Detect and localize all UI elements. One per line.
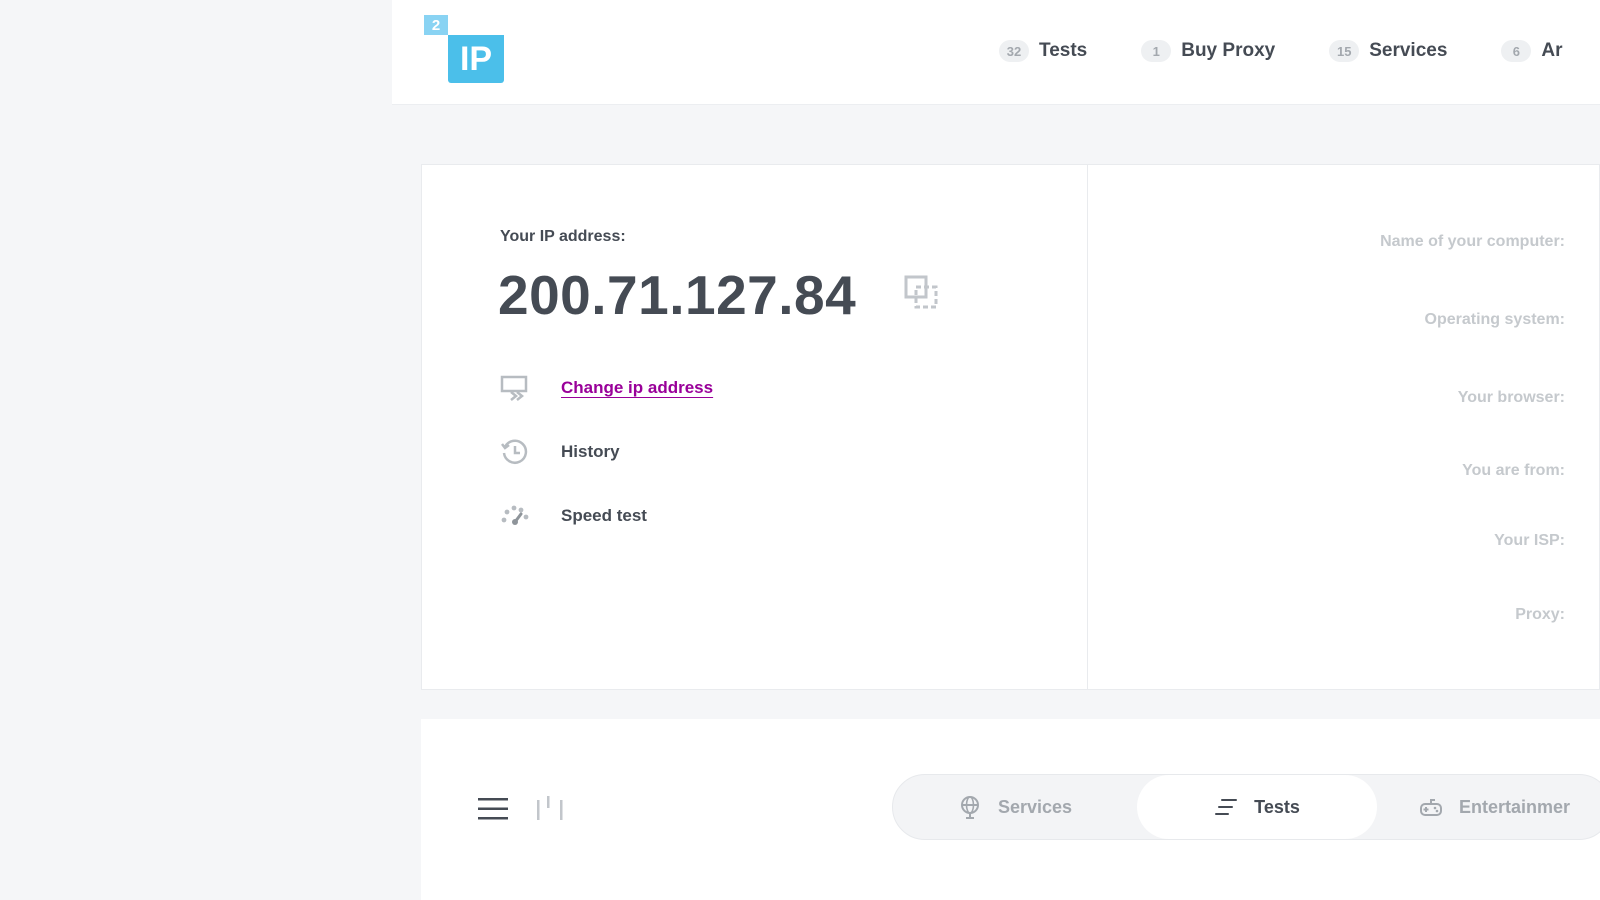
gamepad-icon <box>1420 799 1442 816</box>
logo-main-badge: IP <box>448 35 504 83</box>
speed-test-action[interactable]: Speed test <box>500 501 647 531</box>
nav-item-label: Ar <box>1541 40 1563 61</box>
change-ip-icon <box>500 375 528 401</box>
tab-label: Tests <box>1254 796 1300 817</box>
logo-small-badge: 2 <box>424 15 448 35</box>
nav-count-badge: 1 <box>1141 40 1172 62</box>
copy-icon[interactable] <box>904 275 940 311</box>
ip-info-card: Your IP address: 200.71.127.84 Change ip… <box>421 164 1600 690</box>
list-view-icon[interactable] <box>477 797 509 821</box>
sort-lines-icon <box>1215 799 1238 815</box>
nav-item-label: Tests <box>1039 40 1088 61</box>
nav-item-buy-proxy[interactable]: 1 Buy Proxy <box>1141 40 1275 62</box>
nav-item-label: Buy Proxy <box>1181 40 1276 61</box>
ip-label: Your IP address: <box>500 228 626 245</box>
tab-entertainment[interactable]: Entertainmer <box>1419 775 1600 839</box>
tools-section: Services Tests Entertainmer <box>421 719 1600 900</box>
computer-name-label: Name of your computer: <box>1380 233 1565 250</box>
nav-item-label: Services <box>1369 40 1448 61</box>
site-header: 2 IP 32 Tests 1 Buy Proxy 15 Services 6 … <box>392 0 1600 105</box>
ip-panel: Your IP address: 200.71.127.84 Change ip… <box>422 165 1088 689</box>
proxy-label: Proxy: <box>1515 606 1565 623</box>
nav-item-tests[interactable]: 32 Tests <box>999 40 1087 62</box>
nav-count-badge: 32 <box>999 40 1029 62</box>
speedometer-icon <box>501 505 529 525</box>
tab-services[interactable]: Services <box>893 775 1137 839</box>
isp-label: Your ISP: <box>1494 532 1565 549</box>
history-label: History <box>561 442 620 461</box>
change-ip-link[interactable]: Change ip address <box>561 378 713 398</box>
tab-tests[interactable]: Tests <box>1137 775 1377 839</box>
top-navigation: 32 Tests 1 Buy Proxy 15 Services 6 Ar <box>999 40 1600 62</box>
tab-label: Services <box>997 796 1073 817</box>
browser-label: Your browser: <box>1457 389 1565 406</box>
operating-system-label: Operating system: <box>1424 311 1565 328</box>
nav-count-badge: 6 <box>1501 40 1532 62</box>
nav-item-services[interactable]: 15 Services <box>1329 40 1447 62</box>
ip-address-value[interactable]: 200.71.127.84 <box>498 263 856 327</box>
nav-item-articles[interactable]: 6 Ar <box>1501 40 1563 62</box>
change-ip-action[interactable]: Change ip address <box>500 373 713 403</box>
speed-test-label: Speed test <box>561 506 647 525</box>
location-label: You are from: <box>1462 462 1565 479</box>
globe-icon <box>960 796 979 819</box>
grid-view-icon[interactable] <box>535 796 565 822</box>
category-tabs: Services Tests Entertainmer <box>892 774 1600 840</box>
tab-label: Entertainmer <box>1459 796 1571 817</box>
nav-count-badge: 15 <box>1329 40 1360 62</box>
site-logo[interactable]: 2 IP <box>424 15 504 83</box>
history-action[interactable]: History <box>500 437 620 467</box>
history-icon <box>501 439 528 464</box>
